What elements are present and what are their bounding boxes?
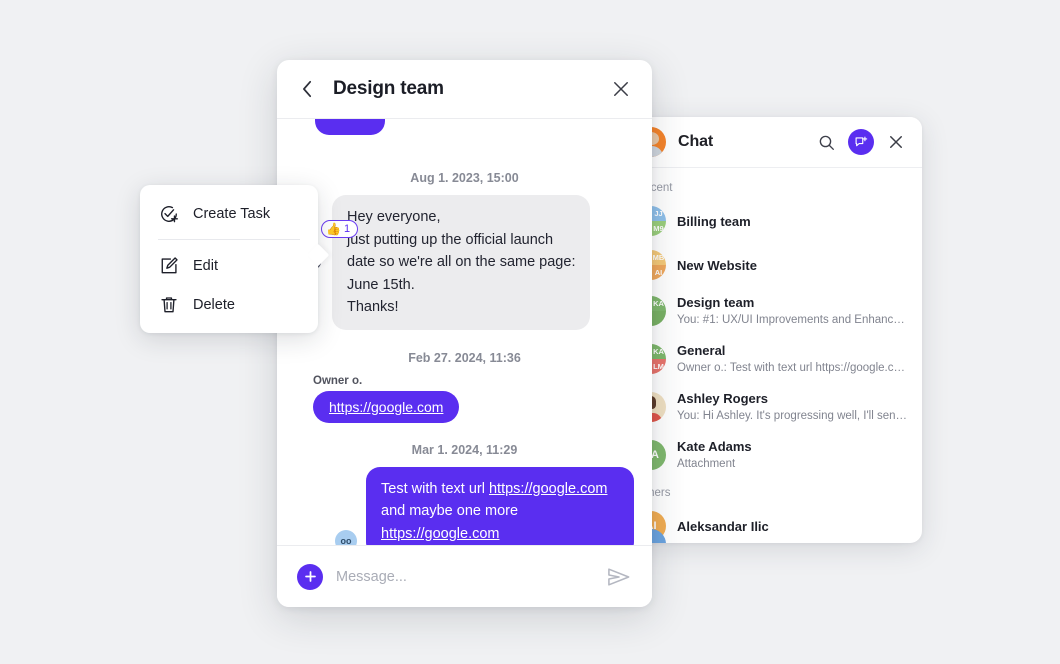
chat-side-panel: Chat Recent JJ M9 Billing team MB AI New… xyxy=(622,117,922,543)
list-item-text: Ashley Rogers You: Hi Ashley. It's progr… xyxy=(677,390,908,424)
message-bubble: Hey everyone, just putting up the offici… xyxy=(332,195,591,330)
list-item-preview: You: Hi Ashley. It's progressing well, I… xyxy=(677,410,908,422)
message-row: Hey everyone, just putting up the offici… xyxy=(295,195,634,330)
list-item[interactable]: Ashley Rogers You: Hi Ashley. It's progr… xyxy=(622,383,922,431)
date-separator: Aug 1. 2023, 15:00 xyxy=(410,171,519,185)
menu-item-delete[interactable]: Delete xyxy=(140,285,318,324)
list-item-text: Aleksandar Ilic xyxy=(677,518,908,535)
message-input[interactable] xyxy=(336,568,593,585)
screen-root: Chat Recent JJ M9 Billing team MB AI New… xyxy=(0,0,1060,664)
list-item-name: Ashley Rogers xyxy=(677,391,769,406)
list-item[interactable]: KA LM General Owner o.: Test with text u… xyxy=(622,335,922,383)
chat-panel-header: Chat xyxy=(622,117,922,168)
list-item-name: Design team xyxy=(677,295,755,310)
list-item-preview: Owner o.: Test with text url https://goo… xyxy=(677,362,908,374)
avatar: oo xyxy=(335,530,357,545)
list-item-name: New Website xyxy=(677,257,757,273)
list-item-text: General Owner o.: Test with text url htt… xyxy=(677,342,908,376)
list-item-text: Kate Adams Attachment xyxy=(677,438,908,472)
message-line: Thanks! xyxy=(347,299,399,315)
date-separator: Mar 1. 2024, 11:29 xyxy=(411,442,518,457)
close-icon[interactable] xyxy=(610,78,632,100)
message-text: Test with text url xyxy=(381,480,489,497)
thumbs-up-icon: 👍 xyxy=(326,222,341,236)
create-task-icon xyxy=(158,203,179,224)
message-text: and maybe one more xyxy=(381,503,519,519)
list-item-text: New Website xyxy=(677,257,908,274)
list-item-name: Billing team xyxy=(677,213,751,229)
link-message-group: Owner o. https://google.com xyxy=(295,375,634,423)
list-item-name: Aleksandar Ilic xyxy=(677,518,769,534)
list-item[interactable]: AI Aleksandar Ilic xyxy=(622,504,922,542)
message-link[interactable]: https://google.com xyxy=(313,390,460,423)
message-line: just putting up the official launch xyxy=(347,231,554,248)
message-composer xyxy=(277,545,652,607)
chat-panel-actions xyxy=(814,129,908,155)
message-link[interactable]: https://google.com xyxy=(381,526,500,542)
menu-item-label: Edit xyxy=(193,257,218,274)
menu-divider xyxy=(158,239,300,240)
menu-item-create-task[interactable]: Create Task xyxy=(140,194,318,233)
message-row: oo Test with text url https://google.com… xyxy=(295,466,634,545)
list-item-preview: Attachment xyxy=(677,458,736,470)
clipped-message-bubble xyxy=(315,119,385,135)
reaction-count: 1 xyxy=(343,223,351,235)
menu-item-label: Delete xyxy=(193,296,235,313)
chat-section-label-recent: Recent xyxy=(636,182,673,194)
list-item[interactable]: KA Design team You: #1: UX/UI Improvemen… xyxy=(622,287,922,335)
delete-icon xyxy=(158,294,179,315)
message-link[interactable]: https://google.com xyxy=(489,481,608,497)
message-line: Hey everyone, xyxy=(347,209,441,225)
search-icon[interactable] xyxy=(814,130,838,154)
menu-item-edit[interactable]: Edit xyxy=(140,246,318,285)
message-line: June 15th. xyxy=(347,276,415,293)
chat-list[interactable]: Recent R JJ M9 Billing team MB AI xyxy=(622,168,922,543)
context-menu: Create Task Edit Delete xyxy=(140,185,318,333)
chat-panel-title: Chat xyxy=(678,133,714,150)
new-message-icon[interactable] xyxy=(848,129,874,155)
message-bubble: Test with text url https://google.com an… xyxy=(366,466,634,545)
reaction-badge[interactable]: 👍 1 xyxy=(321,220,359,238)
message-area: 👍 1 Aug 1. 2023, 15:00 Hey everyone, jus… xyxy=(277,119,652,545)
list-item-preview: You: #1: UX/UI Improvements and Enhancem… xyxy=(677,314,908,326)
list-item[interactable]: MB AI New Website xyxy=(622,243,922,287)
close-icon[interactable] xyxy=(884,130,908,154)
menu-item-label: Create Task xyxy=(193,205,271,222)
message-sender: Owner o. xyxy=(313,374,363,387)
list-item-name: Kate Adams xyxy=(677,439,752,454)
chat-section-label-others: Others xyxy=(636,487,671,499)
send-icon[interactable] xyxy=(606,566,632,588)
conversation-header: Design team xyxy=(277,60,652,119)
list-item[interactable]: KA Kate Adams Attachment xyxy=(622,431,922,479)
list-item[interactable]: R JJ M9 Billing team xyxy=(622,199,922,243)
list-item-name: General xyxy=(677,343,726,358)
list-item-text: Billing team xyxy=(677,213,908,230)
conversation-modal: Design team 👍 1 Aug 1. 2023, 15:00 Hey e… xyxy=(277,60,652,607)
chevron-left-icon[interactable] xyxy=(297,79,317,99)
page-title: Design team xyxy=(333,78,444,99)
date-separator: Feb 27. 2024, 11:36 xyxy=(408,350,521,365)
list-item-text: Design team You: #1: UX/UI Improvements … xyxy=(677,294,908,328)
edit-icon xyxy=(158,255,179,276)
plus-icon[interactable] xyxy=(297,563,323,590)
message-line: date so we're all on the same page: xyxy=(347,254,576,270)
